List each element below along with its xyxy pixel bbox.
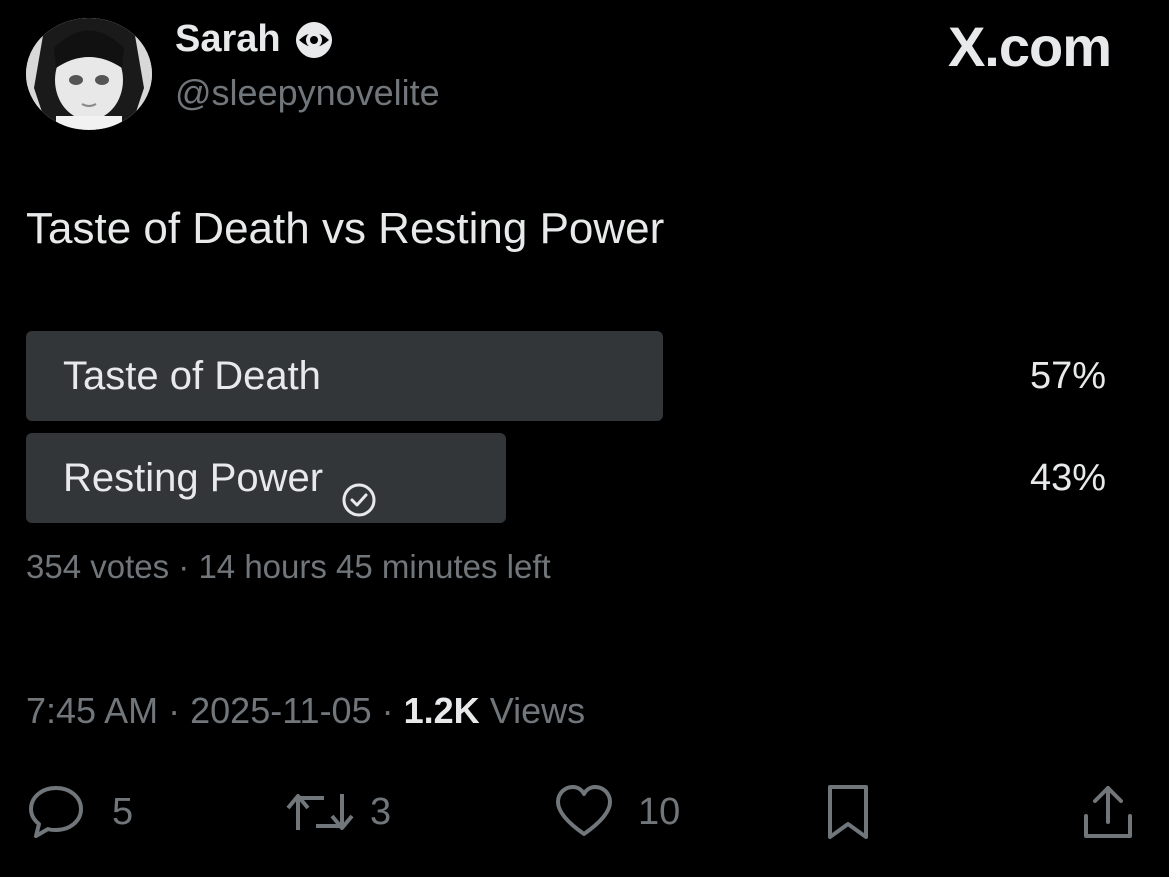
separator: · (381, 690, 394, 731)
reply-count: 5 (112, 790, 134, 833)
share-icon (1084, 786, 1132, 838)
poll-option-taste-of-death: Taste of Death 57% (26, 331, 1106, 421)
repost-icon (286, 794, 354, 830)
author-name[interactable]: Sarah (175, 18, 335, 61)
poll-option-label: Resting Power (63, 433, 377, 523)
poll-option-percent: 43% (1029, 457, 1106, 499)
reply-icon (29, 786, 83, 838)
check-circle-icon (341, 460, 377, 517)
share-button[interactable] (1078, 782, 1138, 842)
repost-count: 3 (370, 790, 392, 833)
brand-logo: X.com (947, 15, 1112, 78)
bookmark-icon (828, 785, 868, 839)
post-date[interactable]: 2025-11-05 (190, 690, 371, 731)
post-text: Taste of Death vs Resting Power (26, 204, 665, 253)
views-label: Views (489, 690, 586, 731)
poll-option-label: Taste of Death (63, 354, 321, 398)
repost-button[interactable]: 3 (284, 782, 391, 842)
poll-votes: 354 votes (26, 548, 170, 585)
post-meta: 7:45 AM · 2025-11-05 · 1.2K Views (26, 690, 585, 732)
separator: · (168, 690, 181, 731)
views-count: 1.2K (403, 690, 480, 731)
like-count: 10 (638, 790, 681, 833)
display-name[interactable]: Sarah (175, 18, 281, 61)
poll-option-percent: 57% (1029, 355, 1106, 397)
bookmark-button[interactable] (818, 782, 878, 842)
post-time[interactable]: 7:45 AM (26, 690, 158, 731)
poll-time-left: 14 hours 45 minutes left (198, 548, 551, 585)
eye-badge-icon (293, 19, 335, 61)
poll-option-resting-power: Resting Power 43% (26, 433, 1106, 523)
heart-icon (556, 785, 612, 836)
separator: · (178, 548, 190, 585)
action-bar: 5 3 10 (26, 782, 1139, 842)
reply-button[interactable]: 5 (26, 782, 133, 842)
avatar[interactable] (26, 18, 152, 130)
author-handle[interactable]: @sleepynovelite (175, 72, 440, 114)
poll-meta: 354 votes · 14 hours 45 minutes left (26, 548, 551, 586)
like-button[interactable]: 10 (554, 782, 680, 842)
